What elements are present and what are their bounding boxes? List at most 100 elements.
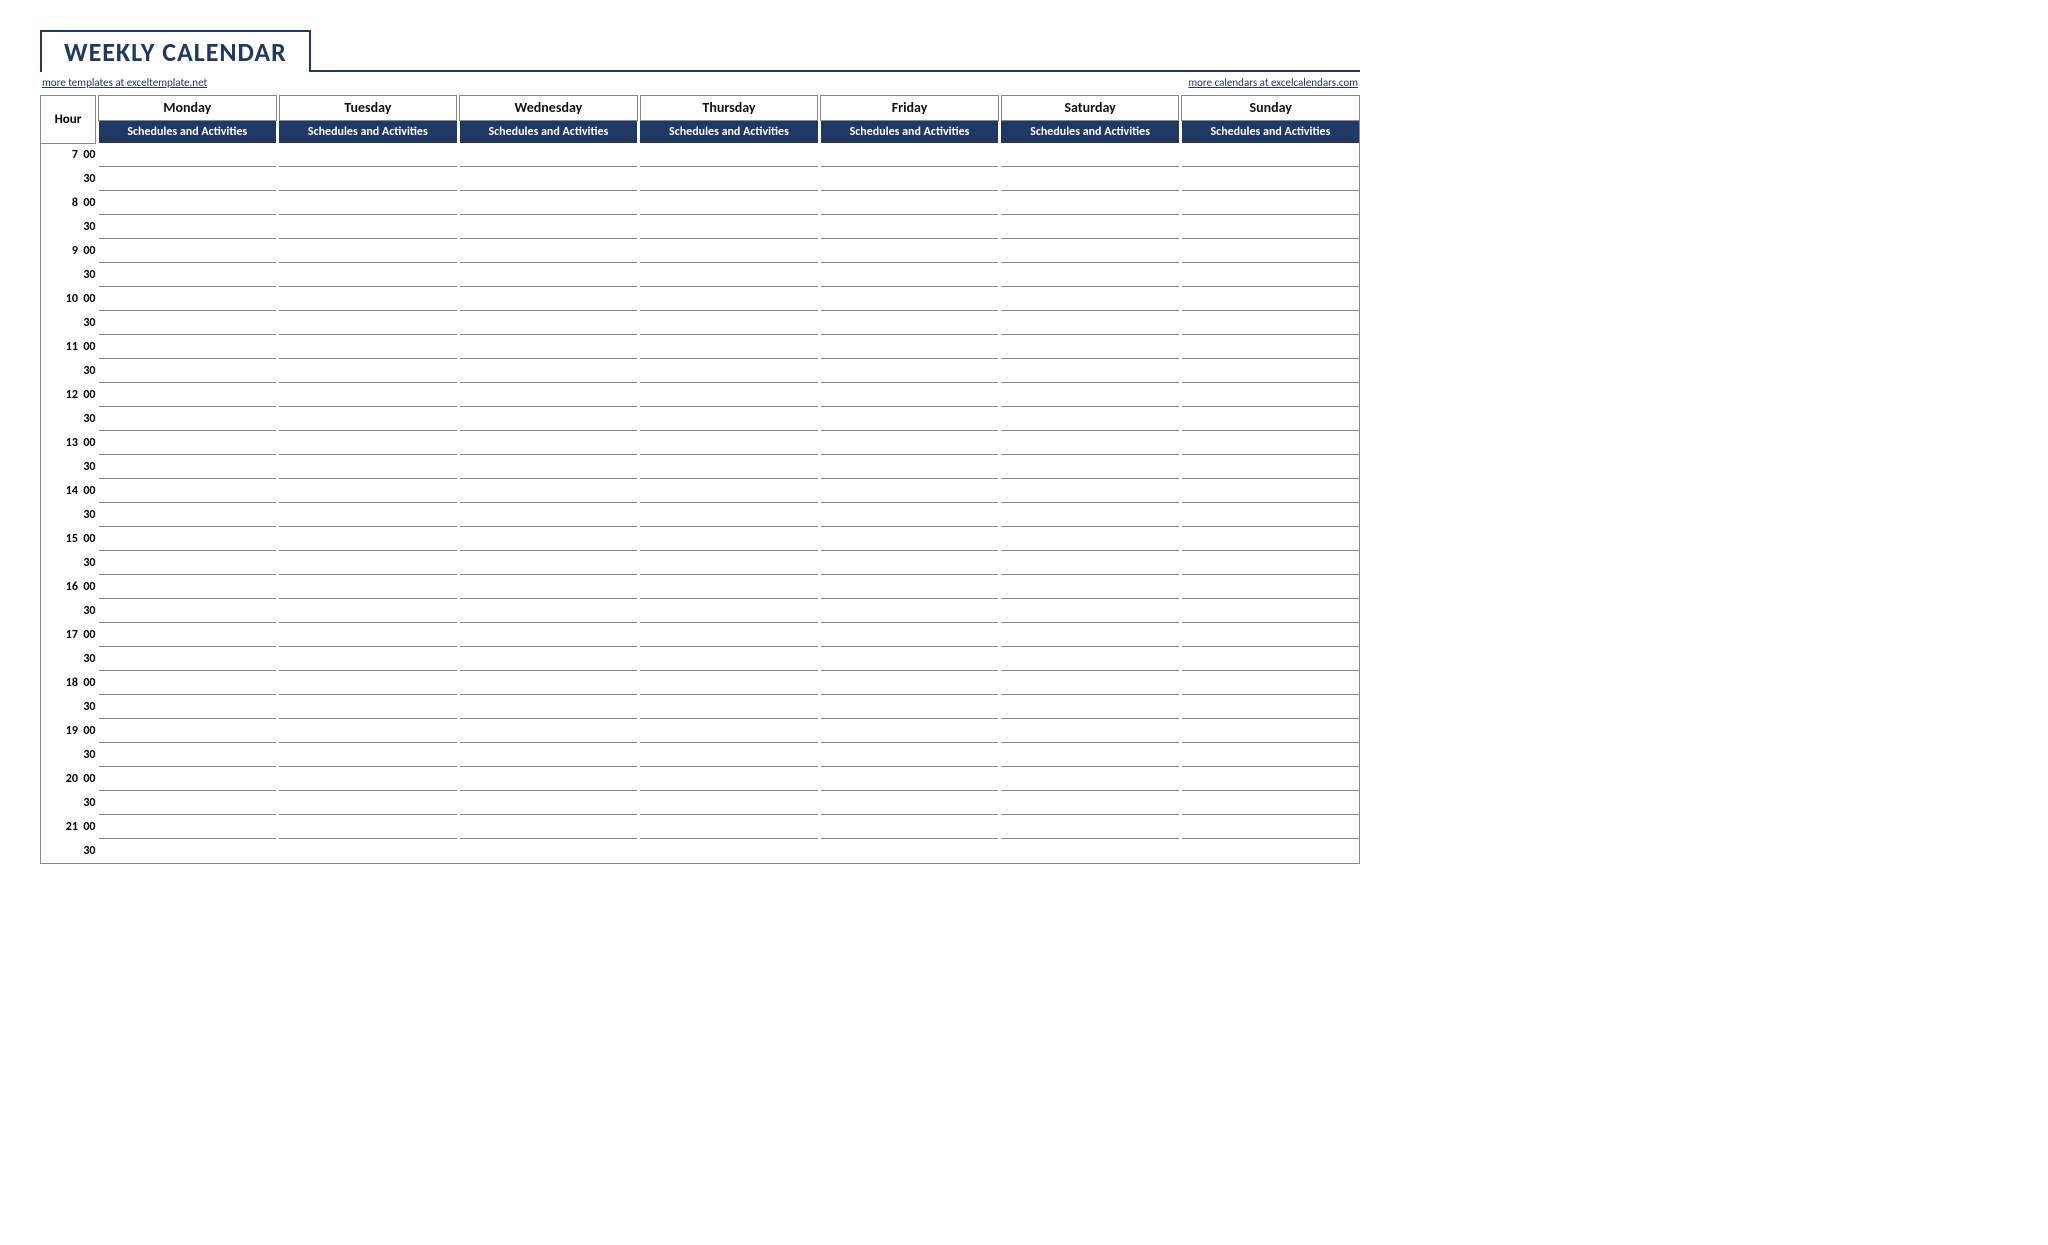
schedule-slot[interactable] — [99, 647, 277, 671]
schedule-slot[interactable] — [460, 599, 638, 623]
schedule-slot[interactable] — [1001, 551, 1179, 575]
schedule-slot[interactable] — [1001, 671, 1179, 695]
schedule-slot[interactable] — [279, 575, 457, 599]
schedule-slot[interactable] — [821, 815, 999, 839]
schedule-slot[interactable] — [821, 431, 999, 455]
schedule-slot[interactable] — [640, 311, 818, 335]
schedule-slot[interactable] — [1001, 143, 1179, 167]
schedule-slot[interactable] — [640, 263, 818, 287]
schedule-slot[interactable] — [821, 311, 999, 335]
link-more-calendars[interactable]: more calendars at excelcalendars.com — [1188, 76, 1358, 89]
schedule-slot[interactable] — [460, 215, 638, 239]
schedule-slot[interactable] — [821, 407, 999, 431]
schedule-slot[interactable] — [1182, 263, 1360, 287]
schedule-slot[interactable] — [99, 239, 277, 263]
schedule-slot[interactable] — [821, 335, 999, 359]
schedule-slot[interactable] — [279, 407, 457, 431]
schedule-slot[interactable] — [1001, 695, 1179, 719]
schedule-slot[interactable] — [99, 407, 277, 431]
schedule-slot[interactable] — [99, 431, 277, 455]
schedule-slot[interactable] — [1001, 527, 1179, 551]
schedule-slot[interactable] — [99, 815, 277, 839]
schedule-slot[interactable] — [99, 575, 277, 599]
schedule-slot[interactable] — [279, 671, 457, 695]
schedule-slot[interactable] — [1001, 575, 1179, 599]
schedule-slot[interactable] — [821, 527, 999, 551]
schedule-slot[interactable] — [1001, 191, 1179, 215]
schedule-slot[interactable] — [1001, 431, 1179, 455]
schedule-slot[interactable] — [640, 503, 818, 527]
schedule-slot[interactable] — [1001, 335, 1179, 359]
schedule-slot[interactable] — [99, 191, 277, 215]
schedule-slot[interactable] — [460, 191, 638, 215]
schedule-slot[interactable] — [279, 191, 457, 215]
schedule-slot[interactable] — [821, 623, 999, 647]
schedule-slot[interactable] — [1001, 239, 1179, 263]
link-more-templates[interactable]: more templates at exceltemplate.net — [42, 76, 207, 89]
schedule-slot[interactable] — [821, 383, 999, 407]
schedule-slot[interactable] — [1182, 239, 1360, 263]
schedule-slot[interactable] — [1182, 311, 1360, 335]
schedule-slot[interactable] — [640, 191, 818, 215]
schedule-slot[interactable] — [821, 143, 999, 167]
schedule-slot[interactable] — [821, 215, 999, 239]
schedule-slot[interactable] — [1001, 767, 1179, 791]
schedule-slot[interactable] — [279, 599, 457, 623]
schedule-slot[interactable] — [279, 335, 457, 359]
schedule-slot[interactable] — [460, 287, 638, 311]
schedule-slot[interactable] — [821, 767, 999, 791]
schedule-slot[interactable] — [1182, 143, 1360, 167]
schedule-slot[interactable] — [460, 839, 638, 863]
schedule-slot[interactable] — [279, 767, 457, 791]
schedule-slot[interactable] — [1182, 647, 1360, 671]
schedule-slot[interactable] — [821, 839, 999, 863]
schedule-slot[interactable] — [279, 551, 457, 575]
schedule-slot[interactable] — [1182, 215, 1360, 239]
schedule-slot[interactable] — [460, 263, 638, 287]
schedule-slot[interactable] — [1001, 455, 1179, 479]
schedule-slot[interactable] — [821, 287, 999, 311]
schedule-slot[interactable] — [821, 551, 999, 575]
schedule-slot[interactable] — [1182, 719, 1360, 743]
schedule-slot[interactable] — [460, 239, 638, 263]
schedule-slot[interactable] — [1182, 167, 1360, 191]
schedule-slot[interactable] — [1182, 575, 1360, 599]
schedule-slot[interactable] — [1001, 407, 1179, 431]
schedule-slot[interactable] — [1001, 743, 1179, 767]
schedule-slot[interactable] — [640, 431, 818, 455]
schedule-slot[interactable] — [821, 599, 999, 623]
schedule-slot[interactable] — [460, 359, 638, 383]
schedule-slot[interactable] — [460, 431, 638, 455]
schedule-slot[interactable] — [1182, 767, 1360, 791]
schedule-slot[interactable] — [1001, 215, 1179, 239]
schedule-slot[interactable] — [640, 695, 818, 719]
schedule-slot[interactable] — [279, 815, 457, 839]
schedule-slot[interactable] — [640, 239, 818, 263]
schedule-slot[interactable] — [460, 719, 638, 743]
schedule-slot[interactable] — [460, 383, 638, 407]
schedule-slot[interactable] — [279, 479, 457, 503]
schedule-slot[interactable] — [99, 263, 277, 287]
schedule-slot[interactable] — [279, 167, 457, 191]
schedule-slot[interactable] — [99, 551, 277, 575]
schedule-slot[interactable] — [821, 239, 999, 263]
schedule-slot[interactable] — [460, 791, 638, 815]
schedule-slot[interactable] — [1182, 287, 1360, 311]
schedule-slot[interactable] — [99, 839, 277, 863]
schedule-slot[interactable] — [640, 359, 818, 383]
schedule-slot[interactable] — [1001, 719, 1179, 743]
schedule-slot[interactable] — [821, 479, 999, 503]
schedule-slot[interactable] — [640, 815, 818, 839]
schedule-slot[interactable] — [279, 791, 457, 815]
schedule-slot[interactable] — [99, 383, 277, 407]
schedule-slot[interactable] — [99, 599, 277, 623]
schedule-slot[interactable] — [99, 623, 277, 647]
schedule-slot[interactable] — [460, 623, 638, 647]
schedule-slot[interactable] — [1001, 359, 1179, 383]
schedule-slot[interactable] — [1001, 623, 1179, 647]
schedule-slot[interactable] — [279, 695, 457, 719]
schedule-slot[interactable] — [99, 479, 277, 503]
schedule-slot[interactable] — [460, 527, 638, 551]
schedule-slot[interactable] — [99, 743, 277, 767]
schedule-slot[interactable] — [821, 743, 999, 767]
